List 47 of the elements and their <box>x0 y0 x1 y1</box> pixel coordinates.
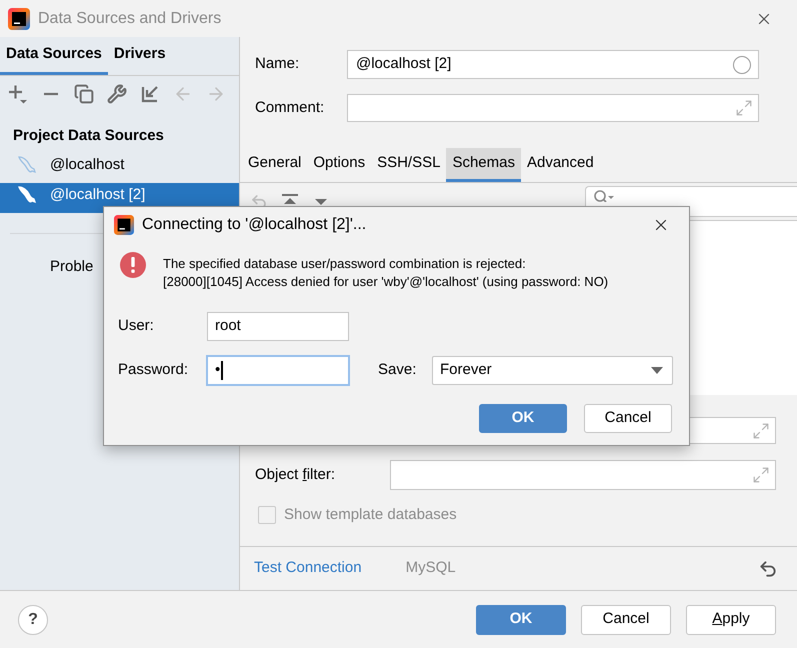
dialog-button[interactable]: Cancel <box>584 404 672 433</box>
tab[interactable]: Data Sources <box>0 37 108 75</box>
app-logo-icon <box>114 215 134 235</box>
error-icon <box>120 252 146 278</box>
help-button[interactable]: ? <box>18 604 48 634</box>
dialog-button[interactable]: Cancel <box>581 604 671 634</box>
checkbox-label: Show template databases <box>284 505 457 525</box>
driver-label: MySQL <box>406 558 456 578</box>
ok-button[interactable]: OK <box>476 604 566 634</box>
undo-icon[interactable] <box>758 558 778 578</box>
name-field[interactable]: @localhost [2] <box>347 50 759 79</box>
feather-icon <box>17 155 37 175</box>
app-logo-icon <box>8 8 30 30</box>
comment-field[interactable] <box>347 94 759 122</box>
field-label: User: <box>118 316 155 336</box>
field-label: Password: <box>118 360 190 380</box>
text-cursor-icon <box>221 361 224 380</box>
tab[interactable]: Drivers <box>108 37 172 75</box>
wrench-icon[interactable] <box>107 84 127 104</box>
user-field[interactable]: root <box>207 312 349 341</box>
tab[interactable]: Options <box>307 148 372 182</box>
caret-icon <box>651 367 663 374</box>
tab[interactable]: Advanced <box>520 148 600 182</box>
tab[interactable]: SSH/SSL <box>371 148 446 182</box>
object-filter-field[interactable] <box>390 460 776 490</box>
dialog-title: Connecting to '@localhost [2]'... <box>142 215 366 235</box>
window-title: Data Sources and Drivers <box>38 8 222 28</box>
ok-button[interactable]: OK <box>479 404 567 433</box>
test-connection-link[interactable]: Test Connection <box>254 557 362 580</box>
data-source-item[interactable]: @localhost <box>0 153 239 183</box>
field-label: Save: <box>378 360 418 380</box>
list-label: Proble <box>50 258 94 276</box>
save-dropdown[interactable]: Forever <box>432 356 673 385</box>
dialog-button[interactable]: Apply <box>686 604 776 634</box>
section-title: Project Data Sources <box>13 127 164 145</box>
plus-icon[interactable] <box>8 84 28 104</box>
field-label: Name: <box>255 54 300 74</box>
tab[interactable]: General <box>242 148 308 182</box>
error-message: The specified database user/password combination is rejected: [28000][1045] Access denied for user 'wby'@'localhost' (using password: NO) <box>163 255 608 291</box>
password-field[interactable]: • <box>206 355 350 386</box>
field-label: Object filter: <box>255 464 336 485</box>
feather-icon <box>17 185 37 205</box>
arrow-into-corner-icon[interactable] <box>140 84 160 104</box>
field-label: Comment: <box>255 98 326 118</box>
tab[interactable]: Schemas <box>446 148 521 182</box>
copy-icon[interactable] <box>74 84 94 104</box>
search-icon <box>594 190 614 202</box>
